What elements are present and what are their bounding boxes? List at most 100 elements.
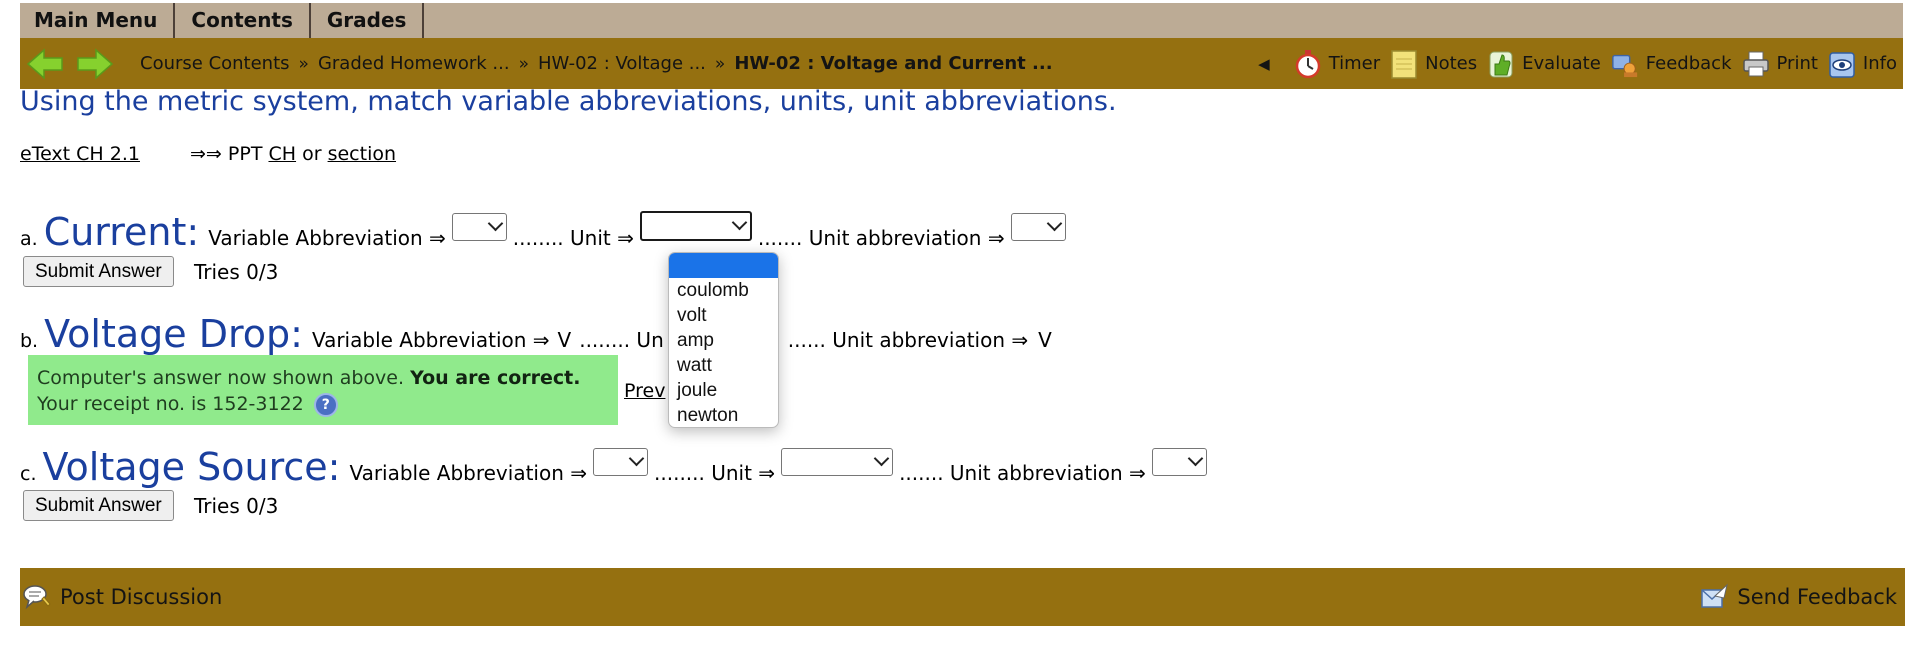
breadcrumb-separator: » <box>518 53 529 74</box>
variable-abbreviation-answer: V <box>557 328 572 352</box>
info-button[interactable]: Info <box>1828 49 1897 79</box>
result-line-2: Your receipt no. is 152-3122 ? <box>37 391 609 417</box>
reference-links: eText CH 2.1 ⇒⇒ PPT CH or section <box>20 143 396 165</box>
toolbar: ◀ Timer Notes Evaluate Feedback Print In… <box>1258 49 1897 79</box>
variable-abbreviation-label: Variable Abbreviation ⇒ <box>208 226 446 250</box>
breadcrumb: Course Contents » Graded Homework ... » … <box>140 53 1053 74</box>
feedback-icon <box>1611 54 1637 77</box>
breadcrumb-graded-homework[interactable]: Graded Homework ... <box>318 53 510 74</box>
breadcrumb-current: HW-02 : Voltage and Current ... <box>734 53 1053 74</box>
info-label: Info <box>1862 53 1897 74</box>
unit-abbreviation-answer: V <box>1038 328 1052 352</box>
question-a: a. Current: Variable Abbreviation ⇒ ....… <box>20 210 1072 254</box>
unit-abbreviation-label: ....... Unit abbreviation ⇒ <box>899 461 1146 485</box>
question-letter: c. <box>20 463 37 485</box>
nav-bar: Course Contents » Graded Homework ... » … <box>20 38 1903 89</box>
chevron-down-icon <box>1187 450 1204 467</box>
ppt-section-link[interactable]: section <box>328 143 396 165</box>
question-c: c. Voltage Source: Variable Abbreviation… <box>20 445 1213 489</box>
question-letter: a. <box>20 228 38 250</box>
tab-contents[interactable]: Contents <box>175 3 311 38</box>
evaluate-button[interactable]: Evaluate <box>1487 49 1601 79</box>
top-menu: Main Menu Contents Grades <box>20 3 1903 38</box>
notepad-icon <box>1391 49 1417 79</box>
back-arrow-icon[interactable] <box>26 47 64 81</box>
send-feedback-label: Send Feedback <box>1737 585 1897 609</box>
ppt-ch-link[interactable]: CH <box>268 143 296 165</box>
unit-abbreviation-label: ....... Unit abbreviation ⇒ <box>757 226 1005 250</box>
variable-abbreviation-select[interactable] <box>593 448 649 476</box>
computer-answer-text: Computer's answer now shown above. <box>37 367 405 389</box>
breadcrumb-course-contents[interactable]: Course Contents <box>140 53 290 74</box>
tab-grades[interactable]: Grades <box>311 3 425 38</box>
collapse-toolbar-icon[interactable]: ◀ <box>1258 55 1270 73</box>
feedback-label: Feedback <box>1645 53 1732 74</box>
dropdown-option-newton[interactable]: newton <box>669 403 778 427</box>
result-line-1: Computer's answer now shown above. You a… <box>37 365 609 391</box>
unit-select[interactable] <box>781 448 894 476</box>
forward-arrow-icon[interactable] <box>76 47 114 81</box>
breadcrumb-separator: » <box>298 53 309 74</box>
receipt-text: Your receipt no. is 152-3122 <box>37 393 304 415</box>
stopwatch-icon <box>1295 49 1320 78</box>
discussion-bubble-icon <box>23 585 51 610</box>
arrows-glyph: ⇒⇒ <box>190 143 222 165</box>
variable-abbreviation-select[interactable] <box>451 213 507 241</box>
printer-icon <box>1742 51 1769 76</box>
chevron-down-icon <box>731 214 748 231</box>
unit-dropdown-list: coulomb volt amp watt joule newton <box>668 252 779 428</box>
question-title: Current: <box>43 210 200 254</box>
question-b: b. Voltage Drop: Variable Abbreviation ⇒… <box>20 312 1052 356</box>
variable-abbreviation-label: Variable Abbreviation ⇒ <box>311 328 550 352</box>
breadcrumb-separator: » <box>714 53 726 74</box>
print-button[interactable]: Print <box>1742 49 1818 79</box>
feedback-button[interactable]: Feedback <box>1611 49 1732 79</box>
evaluate-label: Evaluate <box>1522 53 1601 74</box>
notes-button[interactable]: Notes <box>1390 49 1477 79</box>
unit-label: ........ Unit ⇒ <box>654 461 776 485</box>
unit-select[interactable] <box>639 211 752 241</box>
post-discussion-label: Post Discussion <box>60 585 223 609</box>
or-label: or <box>302 143 322 165</box>
dropdown-option-volt[interactable]: volt <box>669 303 778 328</box>
dropdown-option-coulomb[interactable]: coulomb <box>669 278 778 303</box>
dropdown-option-watt[interactable]: watt <box>669 353 778 378</box>
send-feedback-button[interactable]: Send Feedback <box>1697 582 1897 612</box>
unit-label: ........ Unit ⇒ <box>512 226 634 250</box>
submit-answer-button-c[interactable]: Submit Answer <box>23 490 174 521</box>
chevron-down-icon <box>873 450 890 467</box>
footer-bar: Post Discussion Send Feedback <box>20 568 1905 626</box>
help-icon[interactable]: ? <box>313 392 338 417</box>
unit-abbreviation-label: ...... Unit abbreviation ⇒ <box>787 328 1029 352</box>
timer-label: Timer <box>1328 53 1381 74</box>
tries-counter-c: Tries 0/3 <box>194 494 279 518</box>
correct-result-box: Computer's answer now shown above. You a… <box>28 355 618 425</box>
ppt-label: PPT <box>227 143 263 165</box>
chevron-down-icon <box>1046 215 1062 232</box>
breadcrumb-hw-02-voltage[interactable]: HW-02 : Voltage ... <box>538 53 706 74</box>
submit-answer-button-a[interactable]: Submit Answer <box>23 256 174 287</box>
tries-counter-a: Tries 0/3 <box>194 260 279 284</box>
chevron-down-icon <box>487 215 504 232</box>
unit-label: ........ Un <box>579 328 664 352</box>
thumbs-up-icon <box>1489 51 1513 77</box>
dropdown-option-amp[interactable]: amp <box>669 328 778 353</box>
instructions: Using the metric system, match variable … <box>20 86 1117 117</box>
post-discussion-button[interactable]: Post Discussion <box>20 582 222 612</box>
question-title: Voltage Source: <box>42 445 341 489</box>
dropdown-option-joule[interactable]: joule <box>669 378 778 403</box>
question-title: Voltage Drop: <box>44 312 303 356</box>
chevron-down-icon <box>628 450 645 467</box>
print-label: Print <box>1776 53 1818 74</box>
etext-link[interactable]: eText CH 2.1 <box>20 143 140 165</box>
variable-abbreviation-label: Variable Abbreviation ⇒ <box>349 461 588 485</box>
previous-tries-link[interactable]: Prev <box>624 380 665 402</box>
correct-text: You are correct. <box>410 367 581 389</box>
info-eye-icon <box>1829 51 1855 78</box>
send-feedback-icon <box>1701 583 1729 608</box>
timer-button[interactable]: Timer <box>1294 49 1380 79</box>
unit-abbreviation-select[interactable] <box>1010 213 1066 241</box>
tab-main-menu[interactable]: Main Menu <box>20 3 176 38</box>
unit-abbreviation-select[interactable] <box>1151 448 1207 476</box>
dropdown-option-blank[interactable] <box>669 253 778 278</box>
